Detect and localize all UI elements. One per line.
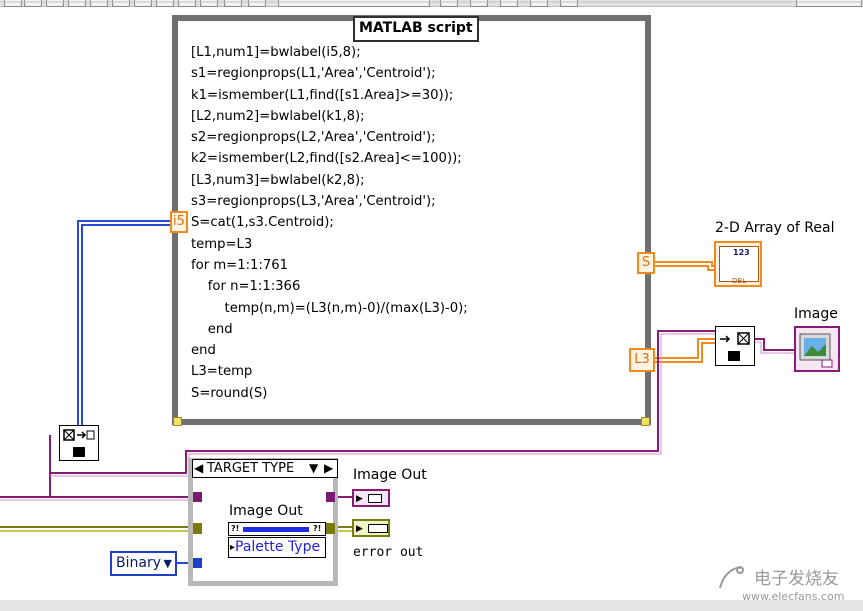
purple-wire[interactable]	[755, 341, 795, 354]
orange-wire[interactable]	[652, 338, 716, 359]
convert-icon	[720, 332, 750, 361]
code-line: s1=regionprops(L1,'Area','Centroid');	[191, 66, 436, 82]
code-line: L3=temp	[191, 364, 253, 380]
blue-wire[interactable]	[81, 224, 172, 425]
code-line: [L3,num3]=bwlabel(k2,8);	[191, 172, 365, 188]
case-selector-label: TARGET TYPE	[207, 461, 295, 476]
binary-enum-constant[interactable]: Binary ▼	[110, 551, 177, 576]
tunnel	[193, 558, 202, 568]
code-line: S=cat(1,s3.Centroid);	[191, 215, 334, 231]
tunnel	[326, 492, 335, 502]
code-line: end	[191, 343, 216, 359]
code-line: temp(n,m)=(L3(n,m)-0)/(max(L3)-0);	[191, 300, 468, 316]
code-line: for m=1:1:761	[191, 257, 289, 273]
watermark-brand: 电子发烧友	[754, 569, 839, 589]
code-line: S=round(S)	[191, 385, 268, 401]
code-line: s3=regionprops(L3,'Area','Centroid');	[191, 194, 436, 210]
tunnel	[193, 523, 202, 534]
script-code[interactable]: [L1,num1]=bwlabel(i5,8); s1=regionprops(L…	[191, 42, 468, 404]
array-icon-text: 123	[733, 248, 750, 257]
error-out-label: error out	[353, 545, 424, 560]
image-icon	[799, 333, 833, 368]
convert-icon	[63, 429, 95, 457]
palette-type-label: Palette Type	[235, 539, 321, 555]
watermark: 电子发烧友 www.elecfans.com	[712, 560, 862, 608]
tunnel	[326, 523, 335, 534]
dropdown-icon[interactable]: ▼	[309, 460, 318, 477]
arrow-icon: ▸	[230, 542, 236, 553]
script-corner-left	[173, 417, 182, 426]
code-line: [L1,num1]=bwlabel(i5,8);	[191, 45, 361, 60]
image-to-array-node[interactable]	[59, 425, 99, 461]
array-icon-sub: DBL	[732, 277, 747, 285]
tunnel	[193, 492, 202, 502]
image-display[interactable]	[794, 326, 840, 372]
code-line: k2=ismember(L2,find([s2.Area]<=100));	[191, 151, 462, 167]
script-output-terminal-l3[interactable]: L3	[629, 348, 655, 372]
script-output-terminal-s[interactable]: S	[637, 252, 655, 274]
blue-wire[interactable]	[77, 220, 172, 425]
image-convert-node[interactable]	[715, 326, 755, 366]
array-indicator-label: 2-D Array of Real	[715, 220, 835, 236]
case-inner-label: Image Out	[229, 503, 303, 519]
dropdown-icon[interactable]: ▼	[164, 553, 172, 574]
image-out-label: Image Out	[353, 467, 427, 483]
code-line: k1=ismember(L1,find([s1.Area]>=30));	[191, 87, 454, 103]
watermark-url: www.elecfans.com	[742, 590, 845, 603]
binary-label: Binary	[116, 555, 161, 571]
code-line: temp=L3	[191, 236, 253, 252]
watermark-logo	[719, 566, 744, 589]
orange-wire[interactable]	[652, 342, 716, 363]
script-corner-right	[641, 417, 650, 426]
code-line: for n=1:1:366	[191, 279, 301, 295]
image-display-label: Image	[794, 306, 838, 322]
script-node-title: MATLAB script	[353, 16, 479, 42]
decrement-icon[interactable]: ◀	[194, 460, 203, 477]
script-input-terminal[interactable]: i5	[170, 211, 188, 233]
image-out-indicator[interactable]: ▶	[352, 489, 390, 507]
increment-icon[interactable]: ▶	[324, 460, 333, 477]
code-line: s2=regionprops(L2,'Area','Centroid');	[191, 130, 436, 146]
orange-wire[interactable]	[652, 265, 718, 271]
array-indicator[interactable]: 123 DBL	[714, 241, 762, 287]
palette-type-property[interactable]: ▸ Palette Type	[228, 537, 326, 558]
code-line: end	[191, 321, 233, 337]
case-selector[interactable]: ◀ TARGET TYPE ▼ ▶	[192, 459, 338, 478]
code-line: [L2,num2]=bwlabel(k1,8);	[191, 108, 365, 124]
image-out-cluster[interactable]: ?! ?!	[228, 522, 326, 536]
error-out-indicator[interactable]: ▶	[352, 519, 390, 537]
